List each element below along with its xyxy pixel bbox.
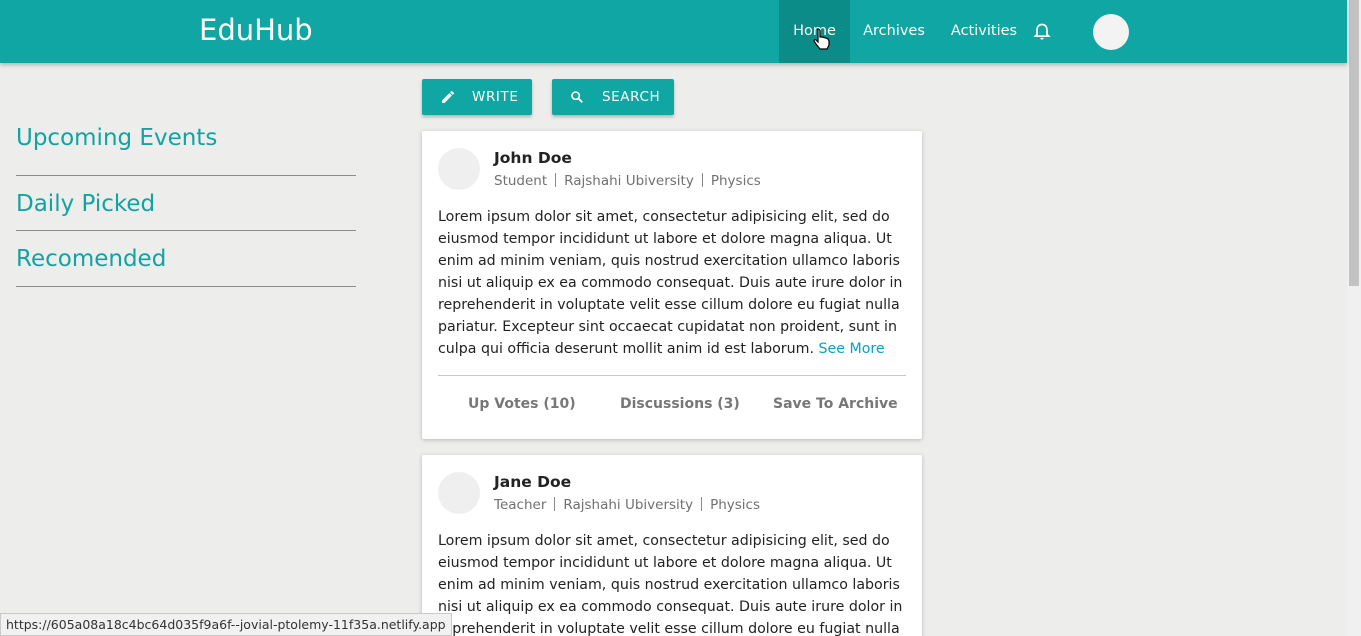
sidebar-item-upcoming-events[interactable]: Upcoming Events <box>16 120 356 176</box>
discussions-button[interactable]: Discussions (3) <box>620 394 740 414</box>
author-role: Student <box>494 173 548 189</box>
author-institution: Rajshahi Ubiversity <box>563 497 694 513</box>
pencil-icon <box>442 90 455 103</box>
meta-separator <box>555 173 557 187</box>
post-body-text: Lorem ipsum dolor sit amet, consectetur … <box>438 533 903 636</box>
bell-icon[interactable] <box>1032 21 1052 43</box>
sidebar-item-daily-picked[interactable]: Daily Picked <box>16 176 356 231</box>
author-subject: Physics <box>710 497 760 513</box>
meta-separator <box>701 497 703 511</box>
nav-archives[interactable]: Archives <box>850 0 938 63</box>
search-button[interactable]: SEARCH <box>552 79 674 115</box>
search-button-label: SEARCH <box>602 89 661 105</box>
hand-cursor-icon <box>813 28 830 50</box>
author-institution: Rajshahi Ubiversity <box>564 173 694 189</box>
app-bar: EduHub Home Archives Activities <box>0 0 1347 63</box>
write-button-label: WRITE <box>472 89 519 105</box>
author-name[interactable]: Jane Doe <box>494 472 571 492</box>
search-icon <box>571 91 583 103</box>
save-to-archive-button[interactable]: Save To Archive <box>773 394 898 414</box>
scrollbar-thumb[interactable] <box>1349 0 1359 286</box>
see-more-link[interactable]: See More <box>818 341 884 357</box>
sidebar: Upcoming Events Daily Picked Recomended <box>16 120 356 287</box>
author-meta: Teacher Rajshahi Ubiversity Physics <box>494 496 760 514</box>
post-card: Jane Doe Teacher Rajshahi Ubiversity Physi… <box>422 455 922 636</box>
author-subject: Physics <box>710 173 761 189</box>
author-role: Teacher <box>494 497 547 513</box>
meta-separator <box>554 497 556 511</box>
author-name[interactable]: John Doe <box>494 148 572 168</box>
brand-logo[interactable]: EduHub <box>199 12 313 48</box>
card-divider <box>438 375 906 376</box>
meta-separator <box>701 173 703 187</box>
user-avatar[interactable] <box>1093 14 1129 50</box>
upvote-button[interactable]: Up Votes (10) <box>468 394 576 414</box>
post-body: Lorem ipsum dolor sit amet, consectetur … <box>438 530 908 636</box>
write-button[interactable]: WRITE <box>422 79 532 115</box>
post-body-text: Lorem ipsum dolor sit amet, consectetur … <box>438 209 903 357</box>
nav-activities[interactable]: Activities <box>938 0 1030 63</box>
link-status-bar: https://605a08a18c4bc64d035f9a6f--jovial… <box>0 613 452 636</box>
author-avatar[interactable] <box>438 472 480 514</box>
post-card: John Doe Student Rajshahi Ubiversity Physi… <box>422 131 922 439</box>
sidebar-item-recomended[interactable]: Recomended <box>16 231 356 287</box>
author-avatar[interactable] <box>438 148 480 190</box>
post-body: Lorem ipsum dolor sit amet, consectetur … <box>438 206 908 360</box>
author-meta: Student Rajshahi Ubiversity Physics <box>494 172 761 190</box>
